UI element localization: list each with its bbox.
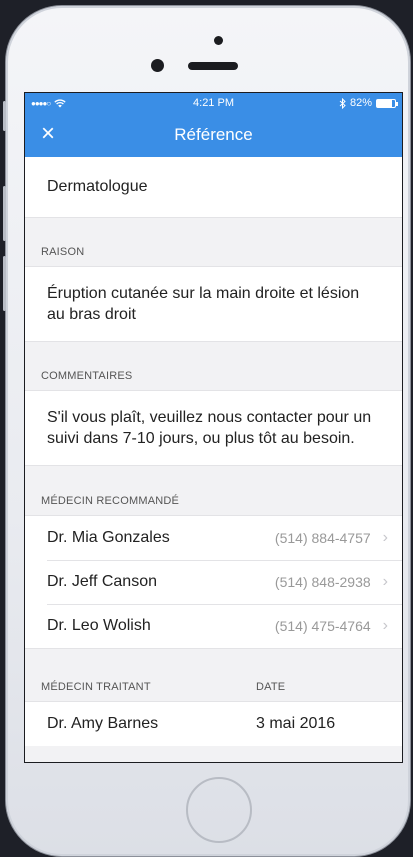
reason-header: RAISON [41, 246, 85, 258]
chevron-right-icon: › [382, 617, 388, 634]
specialty-label: Dermatologue [47, 178, 148, 195]
treating-date: 3 mai 2016 [256, 715, 336, 732]
earpiece-speaker [188, 62, 238, 70]
treating-header: MÉDECIN TRAITANT DATE [25, 649, 402, 701]
doctor-name: Dr. Jeff Canson [47, 573, 157, 590]
chevron-right-icon: › [382, 573, 388, 590]
front-camera [151, 59, 164, 72]
mute-switch [3, 101, 6, 131]
close-icon[interactable]: × [37, 122, 59, 146]
page-title: Référence [174, 125, 253, 144]
navigation-bar: × Référence [25, 113, 402, 157]
comments-header: COMMENTAIRES [41, 370, 133, 382]
recommended-doctor-list: Dr. Mia Gonzales (514) 884-4757 › Dr. Je… [25, 516, 402, 648]
doctor-row[interactable]: Dr. Mia Gonzales (514) 884-4757 › [25, 516, 402, 560]
treating-doctor-name: Dr. Amy Barnes [47, 715, 159, 732]
proximity-sensor [214, 36, 223, 45]
date-header: DATE [256, 681, 286, 693]
treating-row: Dr. Amy Barnes 3 mai 2016 [25, 702, 402, 746]
treating-doctor-header: MÉDECIN TRAITANT [41, 681, 151, 693]
doctor-phone: (514) 848-2938 [274, 574, 371, 590]
doctor-row[interactable]: Dr. Jeff Canson (514) 848-2938 › [25, 560, 402, 604]
doctor-name: Dr. Leo Wolish [47, 617, 151, 634]
comments-text: S'il vous plaît, veuillez nous contacter… [47, 409, 372, 447]
battery-icon [376, 98, 398, 108]
chevron-right-icon: › [382, 529, 388, 546]
status-time: 4:21 PM [193, 97, 234, 109]
reason-cell: Éruption cutanée sur la main droite et l… [25, 267, 402, 341]
doctor-phone: (514) 884-4757 [274, 530, 371, 546]
comments-cell: S'il vous plaît, veuillez nous contacter… [25, 391, 402, 465]
volume-down-button [3, 256, 6, 311]
status-bar: ●●●●○ 4:21 PM 82% [25, 93, 402, 113]
doctor-name: Dr. Mia Gonzales [47, 529, 170, 546]
doctor-row[interactable]: Dr. Leo Wolish (514) 475-4764 › [25, 604, 402, 648]
home-button[interactable] [186, 777, 252, 843]
volume-up-button [3, 186, 6, 241]
specialty-cell: Dermatologue [25, 157, 402, 217]
screen: ●●●●○ 4:21 PM 82% × Référence Dermatolog… [24, 92, 403, 763]
reason-text: Éruption cutanée sur la main droite et l… [47, 285, 360, 323]
recommended-header: MÉDECIN RECOMMANDÉ [41, 495, 180, 507]
doctor-phone: (514) 475-4764 [274, 618, 371, 634]
